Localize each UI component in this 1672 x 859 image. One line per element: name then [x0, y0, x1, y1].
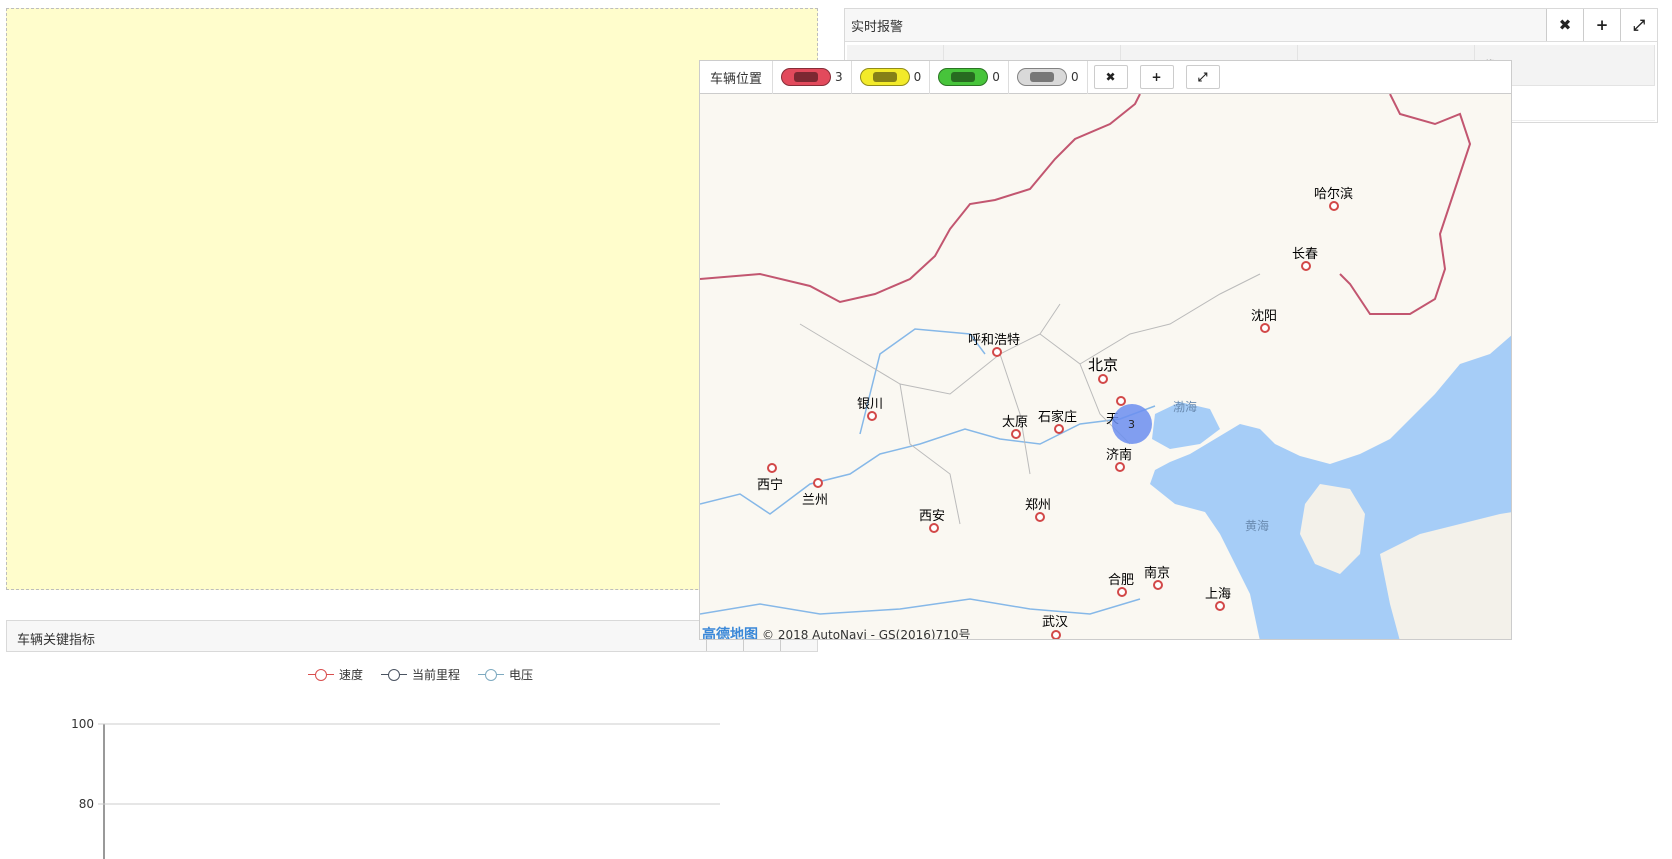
red-car-icon [781, 68, 832, 86]
vehicle-cluster-count: 3 [1128, 418, 1135, 431]
yellow-car-count: 0 [913, 70, 922, 84]
svg-text:呼和浩特: 呼和浩特 [968, 333, 1020, 348]
blank-dashboard-panel [6, 8, 818, 590]
legend-item-voltage[interactable]: 电压 [478, 666, 533, 683]
kpi-line-chart: 100 80 [71, 717, 720, 859]
vehicle-position-panel: 车辆位置 3 0 0 0 ✖ + ⤢ 哈尔滨 长春 沈阳 呼和浩特 北京 银川 … [699, 60, 1512, 640]
svg-text:石家庄: 石家庄 [1038, 409, 1077, 425]
kpi-chart-legend: 速度 当前里程 电压 [308, 666, 533, 683]
alarm-add-button[interactable]: + [1583, 9, 1620, 41]
svg-text:上海: 上海 [1205, 587, 1231, 602]
legend-marker-voltage [478, 668, 505, 681]
vehicle-close-button[interactable]: ✖ [1093, 65, 1128, 89]
yellow-car-icon [859, 68, 910, 86]
svg-text:西宁: 西宁 [757, 477, 783, 493]
car-filter-green[interactable]: 0 [930, 61, 1009, 94]
gray-car-icon [1016, 68, 1067, 86]
svg-text:西安: 西安 [919, 509, 945, 524]
svg-text:武汉: 武汉 [1042, 615, 1068, 630]
legend-label-mileage: 当前里程 [412, 668, 461, 682]
map-copyright: © 2018 AutoNavi - GS(2016)710号 [762, 627, 971, 640]
alarm-close-button[interactable]: ✖ [1546, 9, 1583, 41]
vehicle-maximize-button[interactable]: ⤢ [1185, 65, 1220, 89]
vehicle-kpi-panel: 车辆关键指标 - - - [6, 620, 818, 652]
vehicle-panel-title: 车辆位置 [700, 61, 774, 94]
vehicle-add-button[interactable]: + [1139, 65, 1174, 89]
alarm-panel-header: 实时报警 ✖ + ⤢ [845, 9, 1657, 42]
sea-label-bohai: 渤海 [1173, 399, 1197, 414]
red-car-count: 3 [835, 70, 843, 84]
legend-item-mileage[interactable]: 当前里程 [381, 666, 460, 683]
kpi-panel-title: 车辆关键指标 [17, 633, 96, 648]
car-filter-red[interactable]: 3 [773, 61, 852, 94]
car-filter-gray[interactable]: 0 [1009, 61, 1088, 94]
svg-text:北京: 北京 [1088, 356, 1118, 374]
gray-car-count: 0 [1070, 70, 1079, 84]
legend-marker-mileage [381, 668, 408, 681]
svg-text:银川: 银川 [857, 397, 883, 412]
legend-label-speed: 速度 [339, 668, 364, 682]
legend-label-voltage: 电压 [509, 668, 534, 682]
alarm-maximize-button[interactable]: ⤢ [1620, 9, 1657, 41]
legend-marker-speed [308, 668, 334, 681]
green-car-icon [938, 68, 989, 86]
svg-text:长春: 长春 [1292, 247, 1318, 262]
svg-text:合肥: 合肥 [1108, 573, 1134, 588]
y-tick-label-80: 80 [79, 797, 94, 811]
alarm-window-controls: ✖ + ⤢ [1546, 9, 1657, 41]
sea-label-yellow-sea: 黄海 [1245, 518, 1269, 533]
vehicle-panel-toolbar: 车辆位置 3 0 0 0 ✖ + ⤢ [700, 61, 1511, 94]
alarm-panel-title: 实时报警 [851, 20, 904, 35]
svg-text:哈尔滨: 哈尔滨 [1314, 186, 1353, 202]
y-tick-label-100: 100 [71, 717, 94, 731]
green-car-count: 0 [992, 70, 1000, 84]
svg-text:太原: 太原 [1002, 415, 1028, 430]
legend-item-speed[interactable]: 速度 [308, 666, 363, 683]
map-attribution: 高德地图 © 2018 AutoNavi - GS(2016)710号 [702, 624, 971, 640]
svg-text:南京: 南京 [1144, 565, 1170, 581]
svg-text:沈阳: 沈阳 [1251, 309, 1277, 324]
vehicle-cluster-marker[interactable]: 3 [1112, 404, 1152, 444]
vehicle-map[interactable]: 哈尔滨 长春 沈阳 呼和浩特 北京 银川 太原 石家庄 天 济南 西宁 兰州 西… [700, 94, 1512, 640]
svg-text:济南: 济南 [1106, 447, 1132, 463]
svg-text:兰州: 兰州 [802, 493, 828, 508]
svg-text:郑州: 郑州 [1025, 498, 1051, 513]
car-filter-yellow[interactable]: 0 [852, 61, 931, 94]
amap-logo: 高德地图 [702, 627, 758, 640]
